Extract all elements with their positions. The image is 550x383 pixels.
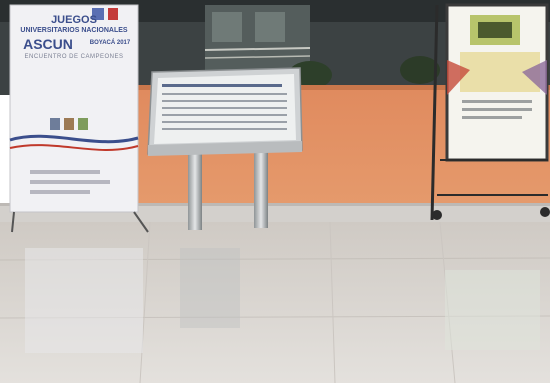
kiosk-text-line <box>162 93 287 95</box>
poster-graphic <box>478 22 512 38</box>
kiosk-text-line <box>162 128 287 130</box>
easel-wheel <box>540 207 550 217</box>
banner-tagline: ENCUENTRO DE CAMPEONES <box>24 54 124 60</box>
kiosk-panel-header <box>162 84 282 87</box>
poster-text-line <box>462 100 532 103</box>
kiosk-text-line <box>162 107 287 109</box>
banner-title: JUEGOS <box>51 14 97 26</box>
banner-logo <box>64 118 74 130</box>
easel-wheel <box>432 210 442 220</box>
window-pane <box>255 12 285 42</box>
window-pane <box>212 12 242 42</box>
banner-reflection <box>25 248 143 353</box>
kiosk-pole-right <box>254 150 268 228</box>
banner-subtitle: UNIVERSITARIOS NACIONALES <box>20 27 128 34</box>
poster-text-line <box>462 108 532 111</box>
kiosk-pole-left <box>188 150 202 230</box>
banner-location-year: BOYACÁ 2017 <box>89 40 131 46</box>
kiosk-text-line <box>162 121 287 123</box>
banner-text-line <box>30 170 100 174</box>
poster-text-line <box>462 116 522 119</box>
kiosk-reflection <box>180 248 240 328</box>
poster-reflection <box>445 270 540 350</box>
banner-logo <box>78 118 88 130</box>
banner-logo <box>50 118 60 130</box>
kiosk-text-line <box>162 114 287 116</box>
photo-scene: JUEGOS UNIVERSITARIOS NACIONALES ASCUN B… <box>0 0 550 383</box>
kiosk-text-line <box>162 100 287 102</box>
banner-ascun: ASCUN <box>23 36 73 52</box>
banner-text-line <box>30 180 110 184</box>
banner-text-line <box>30 190 90 194</box>
